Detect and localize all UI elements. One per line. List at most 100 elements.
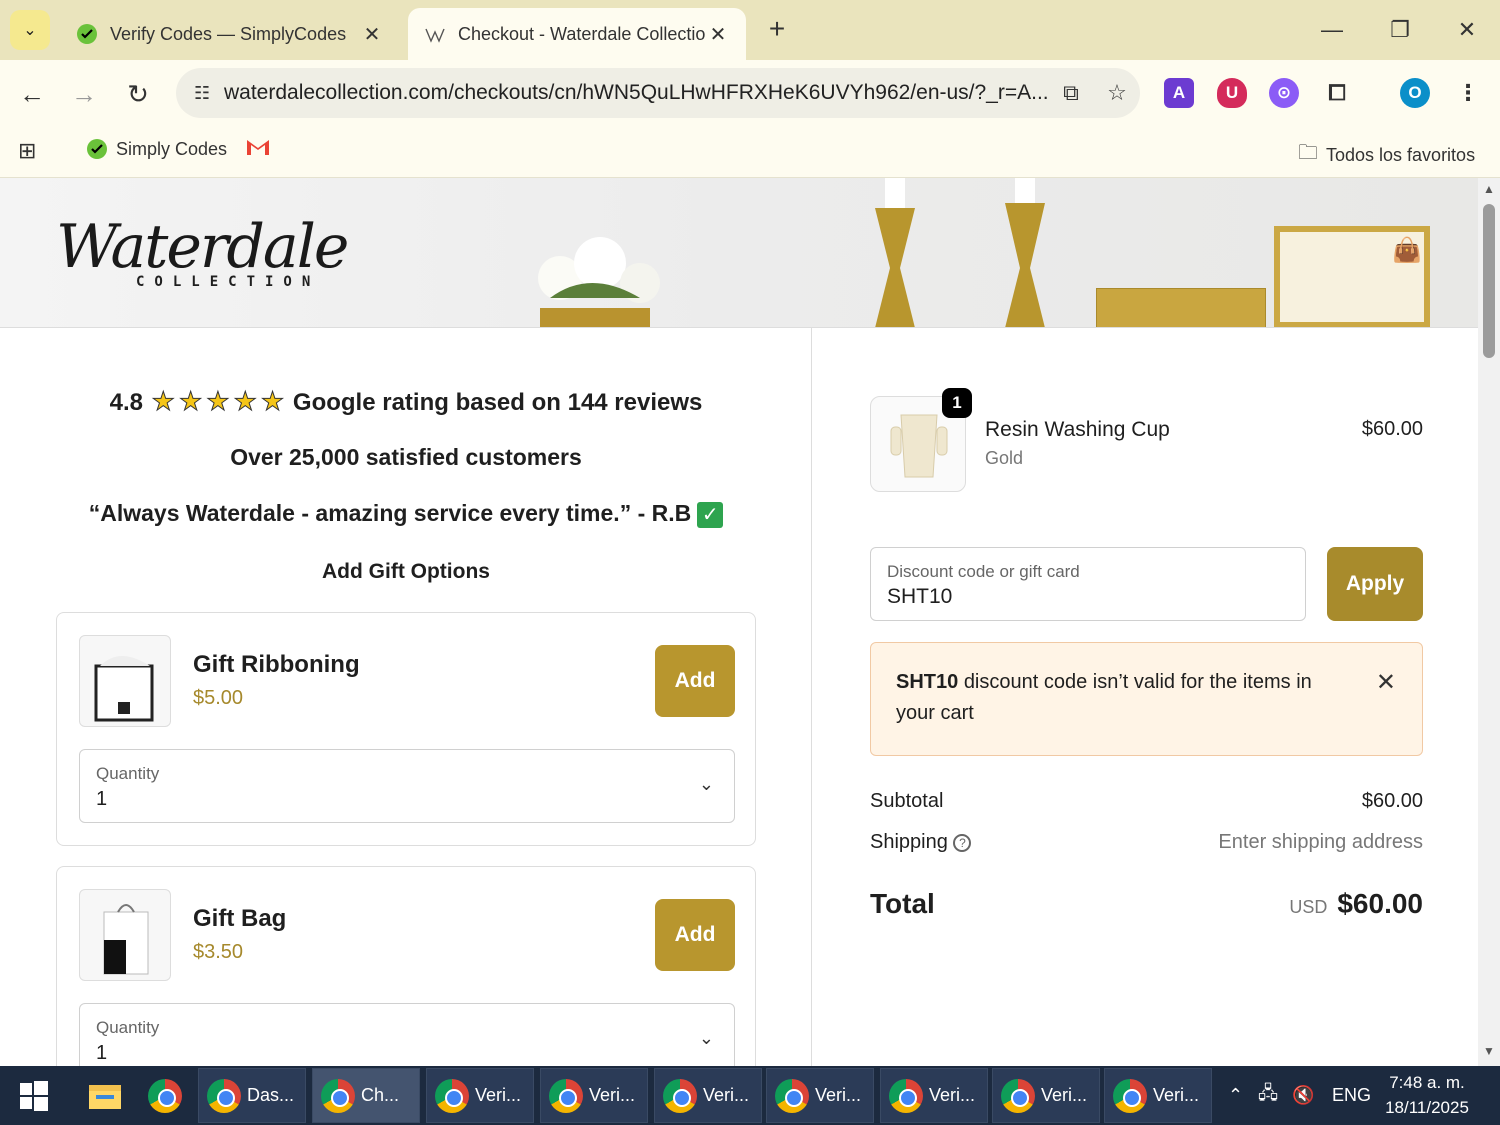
star-icon: ★ [206, 386, 230, 417]
extension-shield-icon[interactable]: U [1217, 78, 1247, 108]
gift-bag-image [79, 889, 171, 981]
gift-name: Gift Ribboning [193, 651, 360, 678]
gift-ribboning-image [79, 635, 171, 727]
quantity-select[interactable]: Quantity 1 ⌄ [79, 1003, 735, 1066]
back-button[interactable]: ← [12, 74, 52, 114]
tab-verify-codes[interactable]: Verify Codes — SimplyCodes ✕ [60, 8, 400, 60]
scrollbar-thumb[interactable] [1483, 204, 1495, 358]
chevron-down-icon: ⌄ [698, 774, 714, 794]
total-row: Total USD $60.00 [870, 888, 1423, 919]
gift-price: $3.50 [193, 941, 244, 963]
discount-code-input[interactable]: Discount code or gift card SHT10 [870, 547, 1306, 621]
extensions-puzzle-icon[interactable]: ⧠ [1322, 78, 1352, 108]
subtotal-row: Subtotal $60.00 [870, 790, 1423, 812]
simplycodes-favicon-icon [87, 139, 107, 159]
product-variant: Gold [985, 448, 1024, 468]
bookmark-star-icon[interactable]: ☆ [1094, 80, 1140, 106]
taskbar-app[interactable]: Veri... [426, 1068, 534, 1123]
product-name: Resin Washing Cup [985, 418, 1170, 441]
cart-bag-icon[interactable]: 👜 [1392, 236, 1422, 266]
new-tab-button[interactable]: + [762, 14, 792, 44]
gift-option-card: Gift Bag $3.50 Add Quantity 1 ⌄ [56, 866, 756, 1066]
network-icon[interactable]: 🖧 [1258, 1066, 1278, 1125]
scroll-down-icon[interactable]: ▼ [1483, 1044, 1495, 1058]
page-scrollbar[interactable]: ▲ ▼ [1478, 178, 1500, 1066]
chevron-down-icon: ⌄ [698, 1028, 714, 1048]
chrome-icon [549, 1078, 583, 1113]
bookmarks-bar: ⊞ Simply Codes 🗀 Todos los favoritos [0, 126, 1500, 178]
tab-strip: ⌄ Verify Codes — SimplyCodes ✕ Checkout … [0, 0, 1500, 60]
add-gift-ribboning-button[interactable]: Add [655, 645, 735, 717]
gift-option-card: Gift Ribboning $5.00 Add Quantity 1 ⌄ [56, 612, 756, 846]
volume-muted-icon[interactable]: 🔇 [1292, 1066, 1314, 1125]
bookmark-simply-codes[interactable]: Simply Codes [86, 138, 227, 160]
taskbar-app[interactable]: Veri... [540, 1068, 648, 1123]
chrome-icon [207, 1078, 241, 1113]
url-text[interactable]: waterdalecollection.com/checkouts/cn/hWN… [224, 81, 1048, 105]
close-icon[interactable]: ✕ [706, 22, 730, 47]
apply-discount-button[interactable]: Apply [1327, 547, 1423, 621]
star-icon: ★ [178, 386, 203, 417]
extension-circle-icon[interactable]: ⊙ [1269, 78, 1299, 108]
taskbar-app[interactable]: Ch... [312, 1068, 420, 1123]
star-icon: ★ [151, 386, 175, 417]
apps-grid-icon[interactable]: ⊞ [18, 138, 36, 164]
product-price: $60.00 [1361, 418, 1423, 440]
tab-search-button[interactable]: ⌄ [10, 10, 50, 50]
language-indicator[interactable]: ENG [1332, 1066, 1371, 1125]
chevron-down-icon: ⌄ [23, 22, 37, 39]
windows-start-icon[interactable] [10, 1068, 58, 1123]
minimize-button[interactable]: — [1312, 14, 1352, 46]
forward-button[interactable]: → [64, 74, 104, 114]
store-logo[interactable]: Waterdale COLLECTION [56, 214, 366, 304]
store-banner: Waterdale COLLECTION 👜 [0, 178, 1478, 328]
chrome-icon [889, 1078, 923, 1113]
system-clock[interactable]: 7:48 a. m. 18/11/2025 [1372, 1070, 1482, 1120]
restore-button[interactable]: ❐ [1380, 14, 1420, 46]
gift-name: Gift Bag [193, 905, 287, 932]
taskbar-app[interactable]: Veri... [1104, 1068, 1212, 1123]
waterdale-favicon-icon [425, 28, 445, 43]
translate-icon[interactable]: ⧉ [1048, 80, 1094, 106]
flowers-decoration [538, 237, 660, 327]
more-menu-icon[interactable]: ⋮ [1453, 78, 1483, 108]
order-summary: 1 Resin Washing Cup Gold $60.00 Discount… [813, 328, 1478, 1066]
tray-chevron-up-icon[interactable]: ⌃ [1228, 1066, 1243, 1125]
star-icon: ★ [260, 386, 285, 417]
chrome-icon [663, 1078, 697, 1113]
tab-title: Checkout - Waterdale Collection [458, 23, 706, 44]
close-window-button[interactable]: ✕ [1447, 14, 1487, 46]
gmail-icon[interactable] [246, 138, 270, 156]
site-info-icon[interactable]: ☷ [194, 83, 224, 104]
taskbar-app[interactable]: Veri... [992, 1068, 1100, 1123]
taskbar-app[interactable]: Das... [198, 1068, 306, 1123]
address-bar[interactable]: ☷ waterdalecollection.com/checkouts/cn/h… [176, 68, 1140, 118]
close-icon[interactable]: ✕ [1376, 667, 1396, 698]
extension-a-icon[interactable]: A [1164, 78, 1194, 108]
taskbar-app[interactable]: Veri... [766, 1068, 874, 1123]
star-icon: ★ [233, 386, 257, 417]
customer-count: Over 25,000 satisfied customers [230, 444, 582, 470]
chrome-icon [435, 1078, 469, 1113]
add-gift-bag-button[interactable]: Add [655, 899, 735, 971]
shipping-row: Shipping ? Enter shipping address [870, 831, 1423, 853]
taskbar-app[interactable]: Veri... [880, 1068, 988, 1123]
quantity-select[interactable]: Quantity 1 ⌄ [79, 749, 735, 823]
checkout-page: Waterdale COLLECTION 👜 4.8 ★ ★ ★ ★ ★ Google … [0, 178, 1478, 1066]
left-column: 4.8 ★ ★ ★ ★ ★ Google rating based on 144 rev… [0, 328, 812, 1066]
reload-button[interactable]: ↻ [118, 74, 158, 114]
chrome-taskbar-icon[interactable] [140, 1068, 190, 1123]
scroll-up-icon[interactable]: ▲ [1483, 182, 1495, 196]
taskbar-app[interactable]: Veri... [654, 1068, 762, 1123]
help-circle-icon[interactable]: ? [953, 833, 972, 852]
file-explorer-icon[interactable] [80, 1068, 130, 1123]
quantity-badge: 1 [942, 388, 972, 418]
browser-toolbar: ← → ↻ ☷ waterdalecollection.com/checkout… [0, 60, 1500, 126]
tab-title: Verify Codes — SimplyCodes [110, 23, 347, 44]
profile-avatar[interactable]: O [1400, 78, 1430, 108]
discount-error-alert: SHT10 discount code isn’t valid for the … [870, 642, 1423, 756]
windows-taskbar: Das... Ch... Veri... Veri... Veri... Ver… [0, 1066, 1500, 1125]
close-icon[interactable]: ✕ [360, 22, 384, 47]
bookmark-all-favorites[interactable]: 🗀 Todos los favoritos [1298, 138, 1475, 172]
tab-checkout[interactable]: Checkout - Waterdale Collection ✕ [408, 8, 746, 60]
